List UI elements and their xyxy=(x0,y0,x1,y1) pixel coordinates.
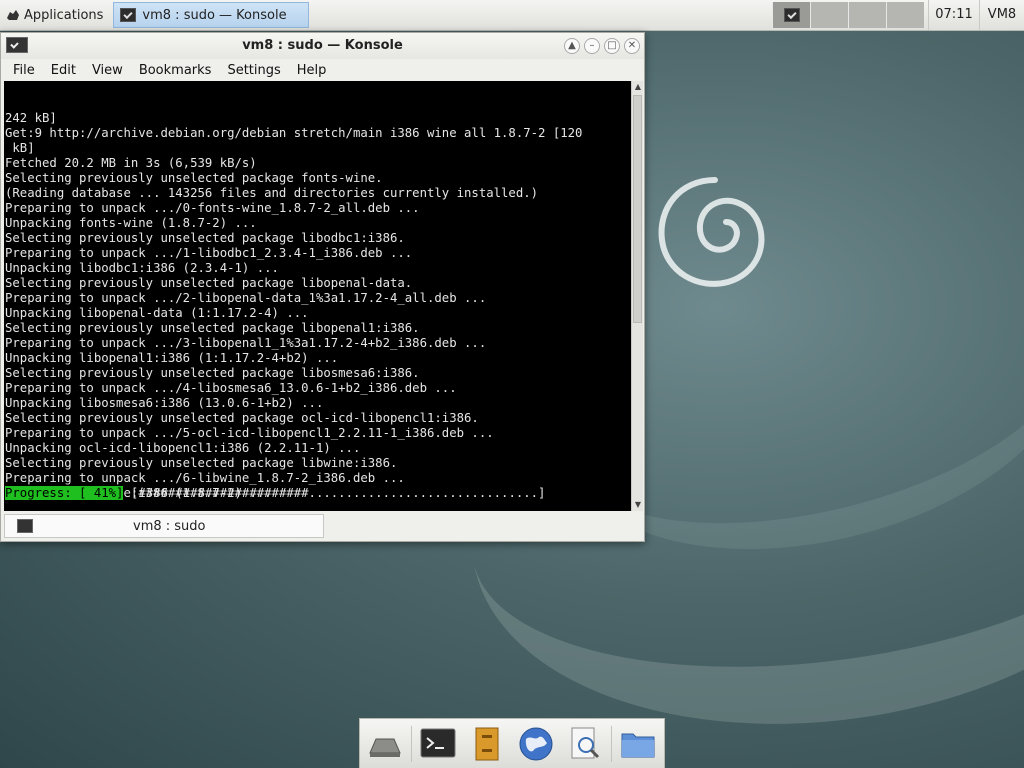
workspace-4[interactable] xyxy=(886,2,924,28)
terminal-line: Selecting previously unselected package … xyxy=(5,411,479,425)
close-button[interactable]: ✕ xyxy=(624,38,640,54)
maximize-button[interactable]: □ xyxy=(604,38,620,54)
terminal-line: (Reading database ... 143256 files and d… xyxy=(5,186,539,200)
terminal-line: Unpacking ocl-icd-libopencl1:i386 (2.2.1… xyxy=(5,441,361,455)
debian-swirl-logo xyxy=(658,177,765,287)
session-tab-icon xyxy=(17,519,33,533)
terminal-line: Selecting previously unselected package … xyxy=(5,321,420,335)
terminal-line: Preparing to unpack .../0-fonts-wine_1.8… xyxy=(5,201,420,215)
konsole-icon xyxy=(120,8,137,22)
session-tab[interactable]: vm8 : sudo xyxy=(4,514,324,538)
terminal-scrollbar[interactable]: ▲ ▼ xyxy=(631,81,643,511)
search-document-icon[interactable] xyxy=(566,725,604,763)
terminal-line: Preparing to unpack .../5-ocl-icd-libope… xyxy=(5,426,494,440)
terminal-lines: 242 kB] Get:9 http://archive.debian.org/d… xyxy=(4,111,631,501)
terminal-line: Selecting previously unselected package … xyxy=(5,231,405,245)
terminal-line: Selecting previously unselected package … xyxy=(5,276,413,290)
window-titlebar[interactable]: vm8 : sudo — Konsole ▲ – □ ✕ xyxy=(1,33,644,59)
scroll-up-arrow-icon[interactable]: ▲ xyxy=(632,81,644,93)
top-panel: Applications vm8 : sudo — Konsole 07:11 … xyxy=(0,0,1024,31)
terminal-line: Fetched 20.2 MB in 3s (6,539 kB/s) xyxy=(5,156,257,170)
session-tab-label: vm8 : sudo xyxy=(133,518,206,534)
web-browser-icon[interactable] xyxy=(517,725,555,763)
terminal-output[interactable]: 242 kB] Get:9 http://archive.debian.org/d… xyxy=(4,81,631,511)
menu-help[interactable]: Help xyxy=(289,63,335,78)
drive-icon[interactable] xyxy=(366,725,404,763)
terminal-line: Preparing to unpack .../3-libopenal1_1%3… xyxy=(5,336,487,350)
terminal-line: kB] xyxy=(5,141,35,155)
host-label[interactable]: VM8 xyxy=(979,0,1024,30)
terminal-line: Selecting previously unselected package … xyxy=(5,366,420,380)
mouse-logo-icon xyxy=(7,10,19,20)
terminal-icon[interactable] xyxy=(419,725,457,763)
dock-separator xyxy=(411,725,412,762)
terminal-line: Unpacking libopenal1:i386 (1:1.17.2-4+b2… xyxy=(5,351,339,365)
terminal-line: Preparing to unpack .../1-libodbc1_2.3.4… xyxy=(5,246,413,260)
terminal-line: Unpacking libopenal-data (1:1.17.2-4) ..… xyxy=(5,306,309,320)
keep-above-button[interactable]: ▲ xyxy=(564,38,580,54)
progress-label: Progress: [ 41%] xyxy=(5,486,124,500)
terminal-line: Preparing to unpack .../4-libosmesa6_13.… xyxy=(5,381,457,395)
terminal-line: Preparing to unpack .../6-libwine_1.8.7-… xyxy=(5,471,405,485)
terminal-line: Get:9 http://archive.debian.org/debian s… xyxy=(5,126,583,140)
menu-bar: File Edit View Bookmarks Settings Help xyxy=(1,59,644,81)
workspace-1[interactable] xyxy=(772,2,810,28)
scroll-down-arrow-icon[interactable]: ▼ xyxy=(632,499,644,511)
workspace-2[interactable] xyxy=(810,2,848,28)
scrollbar-thumb[interactable] xyxy=(633,95,642,323)
menu-view[interactable]: View xyxy=(84,63,131,78)
dock-separator xyxy=(611,725,612,762)
terminal-line: Unpacking libodbc1:i386 (2.3.4-1) ... xyxy=(5,261,279,275)
window-title: vm8 : sudo — Konsole xyxy=(242,38,403,53)
folder-icon[interactable] xyxy=(619,725,657,763)
file-cabinet-icon[interactable] xyxy=(468,725,506,763)
minimize-button[interactable]: – xyxy=(584,38,600,54)
workspace-switcher xyxy=(772,2,924,28)
progress-line: Progress: [ 41%] [######################… xyxy=(5,486,545,501)
terminal-line: 242 kB] xyxy=(5,111,57,125)
terminal-line: Preparing to unpack .../2-libopenal-data… xyxy=(5,291,487,305)
menu-bookmarks[interactable]: Bookmarks xyxy=(131,63,220,78)
taskbar-item-konsole[interactable]: vm8 : sudo — Konsole xyxy=(113,2,310,28)
terminal-line: Unpacking libosmesa6:i386 (13.0.6-1+b2) … xyxy=(5,396,324,410)
menu-edit[interactable]: Edit xyxy=(43,63,84,78)
clock[interactable]: 07:11 xyxy=(928,0,979,30)
applications-label: Applications xyxy=(24,7,104,23)
workspace-3[interactable] xyxy=(848,2,886,28)
menu-file[interactable]: File xyxy=(5,63,43,78)
application-dock xyxy=(359,718,665,768)
terminal-line: Selecting previously unselected package … xyxy=(5,171,383,185)
konsole-window: vm8 : sudo — Konsole ▲ – □ ✕ File Edit V… xyxy=(0,32,645,542)
terminal-line: Unpacking fonts-wine (1.8.7-2) ... xyxy=(5,216,257,230)
workspace-window-icon xyxy=(783,8,800,22)
applications-menu-button[interactable]: Applications xyxy=(0,0,111,30)
progress-bar: [#######################................… xyxy=(123,486,546,500)
menu-settings[interactable]: Settings xyxy=(219,63,288,78)
taskbar-item-label: vm8 : sudo — Konsole xyxy=(142,7,287,23)
window-controls: ▲ – □ ✕ xyxy=(564,38,640,54)
terminal-line: Selecting previously unselected package … xyxy=(5,456,398,470)
